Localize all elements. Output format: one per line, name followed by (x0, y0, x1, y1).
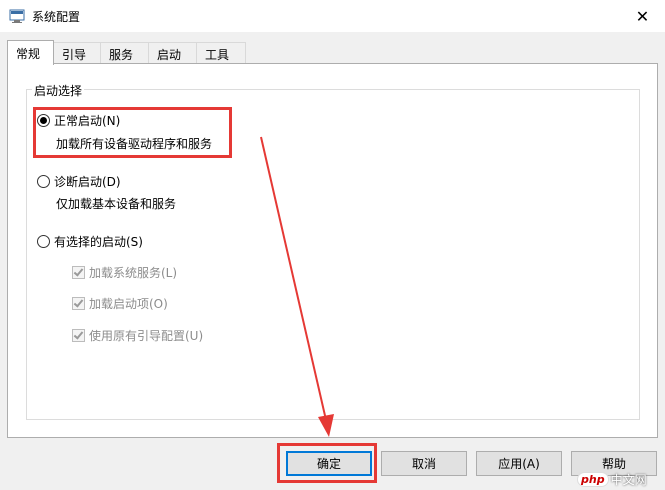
cancel-button[interactable]: 取消 (381, 451, 467, 476)
button-label: 应用(A) (498, 457, 540, 471)
ok-button[interactable]: 确定 (286, 451, 372, 476)
tab-services[interactable]: 服务 (100, 42, 149, 63)
window-title: 系统配置 (32, 10, 81, 24)
tab-label: 常规 (16, 47, 41, 61)
group-legend: 启动选择 (32, 82, 85, 99)
load-startup-items-checkbox[interactable]: 加载启动项(O) (72, 295, 168, 312)
checkbox-label: 使用原有引导配置(U) (89, 329, 204, 343)
tab-general[interactable]: 常规 (7, 40, 54, 65)
diagnostic-startup-description: 仅加载基本设备和服务 (56, 197, 177, 211)
button-label: 确定 (316, 457, 341, 471)
msconfig-icon (9, 8, 25, 24)
close-icon: ✕ (635, 6, 650, 26)
tab-tools[interactable]: 工具 (196, 42, 246, 63)
load-system-services-checkbox[interactable]: 加载系统服务(L) (72, 264, 177, 281)
checkbox-checked-icon (72, 266, 85, 279)
checkbox-checked-icon (72, 297, 85, 310)
tab-label: 工具 (205, 48, 230, 62)
radio-unchecked-icon (37, 175, 50, 188)
button-label: 取消 (411, 457, 436, 471)
radio-label: 诊断启动(D) (54, 175, 121, 189)
tab-label: 启动 (157, 48, 182, 62)
title-bar: 系统配置 ✕ (0, 0, 665, 33)
tab-startup[interactable]: 启动 (148, 42, 197, 63)
watermark: php 中文网 (577, 469, 647, 489)
checkbox-label: 加载系统服务(L) (89, 266, 178, 280)
checkbox-label: 加载启动项(O) (89, 297, 168, 311)
normal-startup-description: 加载所有设备驱动程序和服务 (56, 137, 213, 151)
radio-label: 有选择的启动(S) (54, 235, 143, 249)
watermark-text: 中文网 (610, 472, 647, 487)
close-button[interactable]: ✕ (620, 0, 665, 32)
tab-label: 引导 (62, 48, 87, 62)
tab-boot[interactable]: 引导 (53, 42, 101, 63)
diagnostic-startup-radio[interactable]: 诊断启动(D) (37, 173, 121, 190)
php-logo: php (577, 471, 609, 487)
radio-unchecked-icon (37, 235, 50, 248)
use-original-boot-config-checkbox[interactable]: 使用原有引导配置(U) (72, 327, 203, 344)
checkbox-checked-icon (72, 329, 85, 342)
tab-label: 服务 (109, 48, 134, 62)
normal-startup-radio[interactable]: 正常启动(N) (37, 112, 120, 129)
selective-startup-radio[interactable]: 有选择的启动(S) (37, 233, 143, 250)
radio-checked-icon (37, 114, 50, 127)
apply-button[interactable]: 应用(A) (476, 451, 562, 476)
radio-label: 正常启动(N) (54, 114, 121, 128)
